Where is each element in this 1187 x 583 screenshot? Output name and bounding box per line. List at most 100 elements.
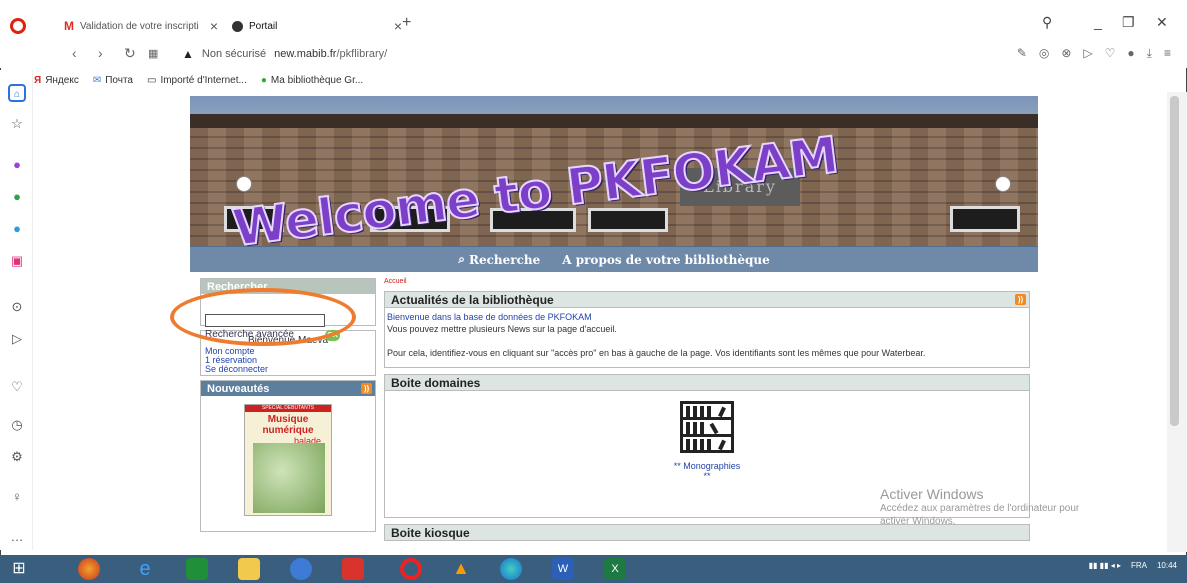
opera-logo-icon[interactable] <box>10 18 26 34</box>
yandex-icon[interactable] <box>342 558 364 580</box>
bookmark-mail[interactable]: ✉ Почта <box>93 75 133 86</box>
instagram-icon[interactable]: ▣ <box>8 252 26 270</box>
opera-sidebar: ⌂ ☆ ● ● ● ▣ ⊙ ▷ ♡ ◷ ⚙ ♀ … <box>0 70 33 550</box>
highlight-oval <box>170 288 356 346</box>
reload-button[interactable]: ↻ <box>124 45 136 62</box>
cover-band: SPÉCIAL DÉBUTANTS <box>245 405 331 412</box>
heart-icon[interactable]: ♡ <box>8 378 26 396</box>
bookshelf-icon[interactable] <box>680 401 734 453</box>
menu-about[interactable]: A propos de votre bibliothèque <box>562 253 770 267</box>
send-icon[interactable]: ▷ <box>8 330 26 348</box>
address-bar: ‹ › ↻ ▦ ▲ Non sécurisé new.mabib.fr/pkfl… <box>0 40 1187 68</box>
news-box: Nouveautés)) SPÉCIAL DÉBUTANTS Musique n… <box>200 380 376 532</box>
logout-link[interactable]: Se déconnecter <box>205 365 371 374</box>
restore-button[interactable]: ❐ <box>1122 14 1135 31</box>
search-icon: ⌕ <box>458 252 465 266</box>
messenger-icon[interactable]: ● <box>8 156 26 174</box>
store-icon[interactable] <box>186 558 208 580</box>
security-label: Non sécurisé <box>201 48 267 60</box>
url-text: new.mabib.fr/pkflibrary/ <box>274 48 388 60</box>
opera-icon[interactable] <box>400 558 422 580</box>
send-icon[interactable]: ▷ <box>1083 46 1092 61</box>
gmail-icon: M <box>64 19 74 33</box>
cover-title: Musique numérique <box>262 414 314 436</box>
app-icon: ● <box>260 74 267 86</box>
search-tabs-icon[interactable]: ⚲ <box>1042 14 1052 31</box>
firefox-icon[interactable] <box>78 558 100 580</box>
warning-icon: ▲ <box>182 47 194 61</box>
back-button[interactable]: ‹ <box>72 45 77 61</box>
domains-panel-title: Boite domaines <box>385 375 1029 391</box>
forward-button[interactable]: › <box>98 45 103 61</box>
home-icon[interactable]: ⌂ <box>8 84 26 102</box>
tab-bar: M Validation de votre inscripti × Portai… <box>0 0 1187 40</box>
settings-icon[interactable]: ⚙ <box>8 448 26 466</box>
whatsapp-icon[interactable]: ● <box>8 188 26 206</box>
edge-icon[interactable] <box>500 558 522 580</box>
news-panel-body: Bienvenue dans la base de données de PKF… <box>385 308 1029 367</box>
download-icon[interactable]: ⤓ <box>1147 46 1152 61</box>
bookmark-yandex[interactable]: Я Яндекс <box>34 75 79 86</box>
close-icon[interactable]: × <box>210 18 218 34</box>
grid-icon[interactable]: ▦ <box>148 47 158 60</box>
cover-photo <box>253 443 325 513</box>
new-tab-button[interactable]: + <box>402 14 411 32</box>
taskbar: ⊞ e ▲ W X ▮▮ ▮▮ ◂ ▸ FRA 10:44 <box>0 555 1187 583</box>
telegram-icon[interactable]: ● <box>8 220 26 238</box>
yandex-icon: Я <box>34 74 42 86</box>
profile-icon[interactable]: ● <box>1127 46 1134 61</box>
language-indicator[interactable]: FRA <box>1131 561 1147 570</box>
vlc-icon[interactable]: ▲ <box>450 558 472 580</box>
news-line: Pour cela, identifiez-vous en cliquant s… <box>387 348 926 358</box>
slider-dot[interactable] <box>236 176 252 192</box>
word-icon[interactable]: W <box>552 558 574 580</box>
clock[interactable]: 10:44 <box>1157 561 1177 570</box>
scrollbar-thumb[interactable] <box>1170 96 1179 426</box>
system-tray: ▮▮ ▮▮ ◂ ▸ FRA 10:44 <box>1089 561 1177 570</box>
ie-icon[interactable]: e <box>134 558 156 580</box>
tab-gmail[interactable]: M Validation de votre inscripti × <box>64 14 224 38</box>
start-icon[interactable]: ⊞ <box>8 558 30 580</box>
excel-icon[interactable]: X <box>604 558 626 580</box>
edit-icon[interactable]: ✎ <box>1017 46 1027 61</box>
news-panel-title: Actualités de la bibliothèque)) <box>385 292 1029 308</box>
account-links: Mon compte 1 réservation Se déconnecter <box>201 346 375 378</box>
url-field[interactable]: ▲ Non sécurisé new.mabib.fr/pkflibrary/ <box>182 47 387 61</box>
camera-icon[interactable]: ◎ <box>1039 46 1049 61</box>
slider-dot[interactable] <box>995 176 1011 192</box>
banner: Library Welcome to PKFOKAM Library Datab… <box>190 96 1038 246</box>
more-icon[interactable]: … <box>8 528 26 546</box>
menu-icon[interactable]: ≡ <box>1164 46 1171 61</box>
explorer-icon[interactable] <box>238 558 260 580</box>
close-icon[interactable]: × <box>394 18 402 34</box>
block-icon[interactable]: ⊗ <box>1061 46 1071 61</box>
minimize-button[interactable]: _ <box>1094 14 1102 30</box>
bookmark-library[interactable]: ● Ma bibliothèque Gr... <box>261 75 363 86</box>
monographies-link[interactable]: ** Monographies <box>385 461 1029 471</box>
close-window-button[interactable]: ✕ <box>1156 14 1168 31</box>
bookmark-imported[interactable]: ▭ Importé d'Internet... <box>147 75 247 86</box>
globe-icon <box>232 20 243 32</box>
tab-label: Validation de votre inscripti <box>80 20 199 32</box>
player-icon[interactable]: ⊙ <box>8 298 26 316</box>
media-icon[interactable] <box>290 558 312 580</box>
history-icon[interactable]: ◷ <box>8 416 26 434</box>
rss-icon[interactable]: )) <box>1015 294 1026 305</box>
toolbar-icons: ✎ ◎ ⊗ ▷ ♡ ● ⤓ ≡ <box>1017 46 1171 61</box>
book-cover[interactable]: SPÉCIAL DÉBUTANTS Musique numérique bala… <box>244 404 332 516</box>
menu-bar: ⌕ Recherche A propos de votre bibliothèqu… <box>190 246 1038 272</box>
folder-icon: ▭ <box>147 74 157 86</box>
breadcrumb[interactable]: Accueil <box>384 278 1030 285</box>
tray-icons[interactable]: ▮▮ ▮▮ ◂ ▸ <box>1089 561 1121 570</box>
monographies-sub: ** <box>703 471 711 481</box>
menu-search[interactable]: ⌕ Recherche <box>458 252 540 267</box>
bookmarks-bar: Я Яндекс ✉ Почта ▭ Importé d'Internet... ● M… <box>34 70 363 90</box>
star-icon[interactable]: ☆ <box>8 115 26 133</box>
tab-portail[interactable]: Portail × <box>232 14 408 38</box>
tab-label: Portail <box>249 20 278 32</box>
windows-watermark: Activer Windows Accédez aux paramètres d… <box>880 486 1080 527</box>
heart-icon[interactable]: ♡ <box>1105 46 1116 61</box>
rss-icon[interactable]: )) <box>361 383 372 394</box>
bulb-icon[interactable]: ♀ <box>8 488 26 506</box>
mail-icon: ✉ <box>92 74 102 86</box>
